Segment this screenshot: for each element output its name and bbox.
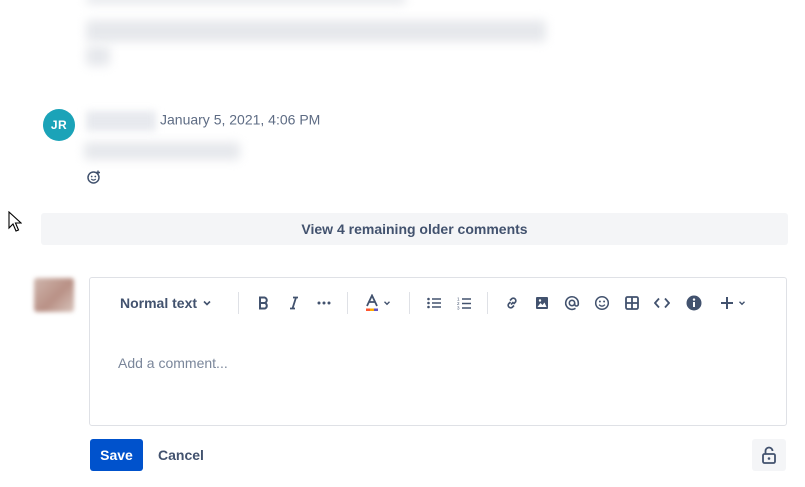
toolbar-divider xyxy=(487,292,488,314)
editor-toolbar: Normal text 123 xyxy=(90,278,786,328)
chevron-down-icon xyxy=(738,301,745,306)
previous-comment-text-blurred xyxy=(86,0,406,4)
numbered-list-icon[interactable]: 123 xyxy=(452,291,476,315)
toolbar-divider xyxy=(238,292,239,314)
save-button[interactable]: Save xyxy=(90,439,143,471)
restrictions-lock-button[interactable] xyxy=(752,439,786,471)
unlock-icon xyxy=(762,446,776,464)
toolbar-divider xyxy=(347,292,348,314)
text-color-icon[interactable] xyxy=(362,291,394,315)
add-reaction-icon[interactable] xyxy=(86,169,102,185)
text-style-dropdown[interactable]: Normal text xyxy=(120,291,213,315)
italic-icon[interactable] xyxy=(282,291,306,315)
mouse-cursor-icon xyxy=(8,210,23,238)
avatar-initials: JR xyxy=(50,118,68,132)
previous-comment-text-blurred xyxy=(86,46,110,66)
comment-meta: January 5, 2021, 4:06 PM xyxy=(86,111,320,131)
table-icon[interactable] xyxy=(620,291,644,315)
emoji-icon[interactable] xyxy=(590,291,614,315)
text-style-label: Normal text xyxy=(120,295,198,311)
previous-comment-text-blurred xyxy=(86,20,546,42)
link-icon[interactable] xyxy=(500,291,524,315)
toolbar-divider xyxy=(409,292,410,314)
bullet-list-icon[interactable] xyxy=(422,291,446,315)
bold-icon[interactable] xyxy=(252,291,276,315)
info-icon[interactable] xyxy=(682,291,706,315)
cancel-button[interactable]: Cancel xyxy=(150,439,212,471)
image-icon[interactable] xyxy=(530,291,554,315)
code-icon[interactable] xyxy=(650,291,674,315)
chevron-down-icon xyxy=(384,301,390,306)
mention-icon[interactable] xyxy=(560,291,584,315)
chevron-down-icon xyxy=(203,300,211,306)
comment-timestamp[interactable]: January 5, 2021, 4:06 PM xyxy=(160,112,320,128)
commenter-name-blurred[interactable] xyxy=(86,111,156,131)
commenter-avatar[interactable]: JR xyxy=(43,109,75,141)
comment-input-placeholder[interactable]: Add a comment... xyxy=(118,355,228,371)
comment-body-blurred xyxy=(84,142,240,160)
svg-text:3: 3 xyxy=(457,306,460,311)
more-formatting-icon[interactable] xyxy=(312,291,336,315)
insert-plus-icon[interactable] xyxy=(716,291,750,315)
comment-editor[interactable]: Normal text 123 Add a comment... xyxy=(89,277,787,426)
view-older-comments-button[interactable]: View 4 remaining older comments xyxy=(41,213,788,245)
current-user-avatar xyxy=(34,278,74,312)
view-older-comments-label: View 4 remaining older comments xyxy=(301,221,528,237)
